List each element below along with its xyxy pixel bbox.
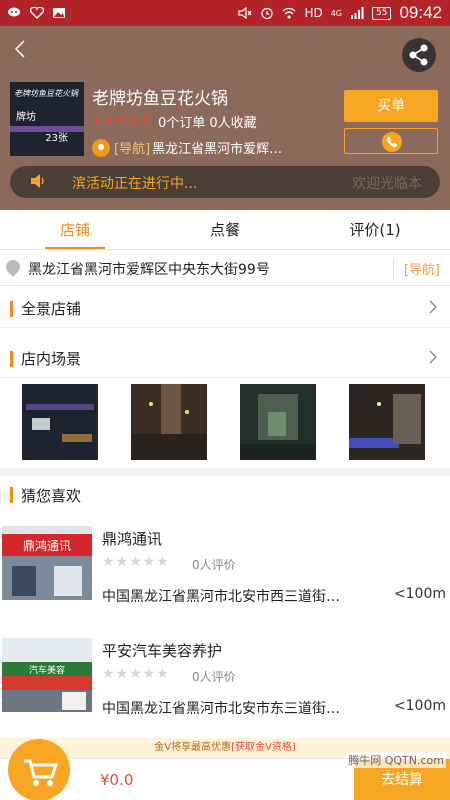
- tab-reviews[interactable]: 评价(1): [300, 210, 450, 249]
- back-icon[interactable]: [10, 38, 32, 60]
- section-marker: [10, 300, 13, 317]
- gallery-photo[interactable]: [131, 384, 207, 460]
- signal-icon: [350, 7, 364, 19]
- shop-distance: <100m: [393, 698, 446, 714]
- section-divider: [0, 468, 450, 476]
- welcome-text: 欢迎光临本: [352, 176, 422, 192]
- interior-scene-row[interactable]: 店内场景: [0, 340, 450, 378]
- panorama-store-row[interactable]: 全景店铺: [0, 290, 450, 328]
- panorama-store-label: 全景店铺: [21, 300, 82, 318]
- phone-icon: [382, 132, 402, 152]
- location-pin-icon: [92, 138, 110, 157]
- tab-order[interactable]: 点餐: [150, 210, 300, 249]
- section-marker: [10, 487, 13, 503]
- interior-scene-label: 店内场景: [21, 350, 82, 368]
- share-button[interactable]: [402, 38, 436, 72]
- shop-sign-text: 鼎鸿通讯: [23, 539, 71, 553]
- wechat-notification-icon: [8, 7, 22, 19]
- shop-review-count: 0人评价: [192, 670, 236, 684]
- shop-sign-text: 汽车美容: [29, 664, 65, 676]
- tab-store[interactable]: 店铺: [0, 210, 150, 249]
- store-header: 老牌坊鱼豆花火锅 牌坊 23张 老牌坊鱼豆花火锅 ★★★★★ 0个订单 0人收藏…: [0, 26, 450, 210]
- network-type-label: HD: [304, 6, 323, 20]
- pay-bill-button[interactable]: 买单: [344, 90, 438, 122]
- shop-address: 中国黑龙江省黑河市北安市西三道街…: [102, 589, 340, 605]
- announcement-text: 滨活动正在进行中...: [72, 176, 198, 192]
- cart-icon: [24, 759, 59, 786]
- navigation-tag: [导航]: [114, 142, 151, 157]
- recommend-label: 猜您喜欢: [21, 486, 82, 505]
- section-marker: [10, 350, 13, 367]
- shop-distance: <100m: [393, 586, 446, 602]
- gallery-photo[interactable]: [349, 384, 425, 460]
- shop-photo: 鼎鸿通讯: [2, 526, 92, 600]
- network-gen-label: 4G: [330, 8, 342, 18]
- shop-name: 平安汽车美容养护: [102, 642, 223, 660]
- chevron-right-icon: [428, 299, 438, 319]
- full-address: 黑龙江省黑河市爱辉区中央东大街99号: [28, 261, 270, 278]
- promo-link[interactable]: [获取金V资格]: [231, 742, 296, 753]
- map-pin-icon: [6, 260, 20, 278]
- shop-photo: 汽车美容: [2, 638, 92, 712]
- recommended-shop-item[interactable]: 汽车美容 平安汽车美容养护 ★★★★★ 0人评价 中国黑龙江省黑河市北安市东三道…: [0, 638, 450, 730]
- store-tabs: 店铺 点餐 评价(1): [0, 210, 450, 250]
- gallery-notification-icon: [52, 7, 66, 19]
- shop-rating-stars: ★★★★★: [102, 554, 170, 570]
- store-name: 老牌坊鱼豆花火锅: [92, 89, 228, 109]
- address-row[interactable]: 黑龙江省黑河市爱辉区中央东大街99号 [导航]: [0, 252, 450, 286]
- cart-button[interactable]: [8, 739, 70, 800]
- shop-review-count: 0人评价: [192, 558, 236, 572]
- chevron-right-icon: [428, 349, 438, 369]
- shop-address: 中国黑龙江省黑河市北安市东三道街…: [102, 701, 340, 717]
- promo-text: 金V将享最高优惠: [154, 742, 232, 753]
- health-notification-icon: [29, 6, 45, 19]
- recommend-header: 猜您喜欢: [0, 476, 450, 514]
- total-price: ¥0.0: [100, 771, 134, 789]
- shop-rating-stars: ★★★★★: [102, 666, 170, 682]
- rating-stars: ★★★★★: [92, 113, 151, 127]
- interior-gallery: [0, 378, 450, 462]
- recommended-shop-item[interactable]: 鼎鸿通讯 鼎鸿通讯 ★★★★★ 0人评价 中国黑龙江省黑河市北安市西三道街… <…: [0, 526, 450, 618]
- status-bar: HD 4G 55 09:42: [0, 0, 450, 26]
- gallery-photo[interactable]: [22, 384, 98, 460]
- photo-count: 23张: [45, 133, 68, 144]
- clock: 09:42: [399, 3, 442, 22]
- gallery-photo[interactable]: [240, 384, 316, 460]
- store-short-address: 黑龙江省黑河市爱辉…: [152, 142, 283, 157]
- alarm-icon: [260, 7, 274, 20]
- store-thumbnail[interactable]: 老牌坊鱼豆花火锅 牌坊 23张: [10, 82, 84, 156]
- share-icon: [409, 44, 428, 66]
- thumbnail-sign-text: 老牌坊鱼豆花火锅: [14, 89, 78, 98]
- call-button[interactable]: [344, 128, 438, 154]
- site-watermark: 腾牛网 QQTN.com: [346, 752, 446, 768]
- wifi-icon: [282, 7, 296, 19]
- mute-icon: [238, 6, 252, 20]
- shop-name: 鼎鸿通讯: [102, 530, 163, 548]
- order-favorite-stats: 0个订单 0人收藏: [158, 116, 257, 131]
- thumbnail-logo-text: 牌坊: [16, 112, 36, 123]
- address-navigation-link[interactable]: [导航]: [392, 259, 440, 278]
- battery-level: 55: [372, 6, 392, 20]
- speaker-icon: [30, 173, 46, 193]
- announcement-bar[interactable]: 滨活动正在进行中... 欢迎光临本: [10, 166, 440, 198]
- store-navigation-link[interactable]: [导航] 黑龙江省黑河市爱辉…: [92, 138, 282, 157]
